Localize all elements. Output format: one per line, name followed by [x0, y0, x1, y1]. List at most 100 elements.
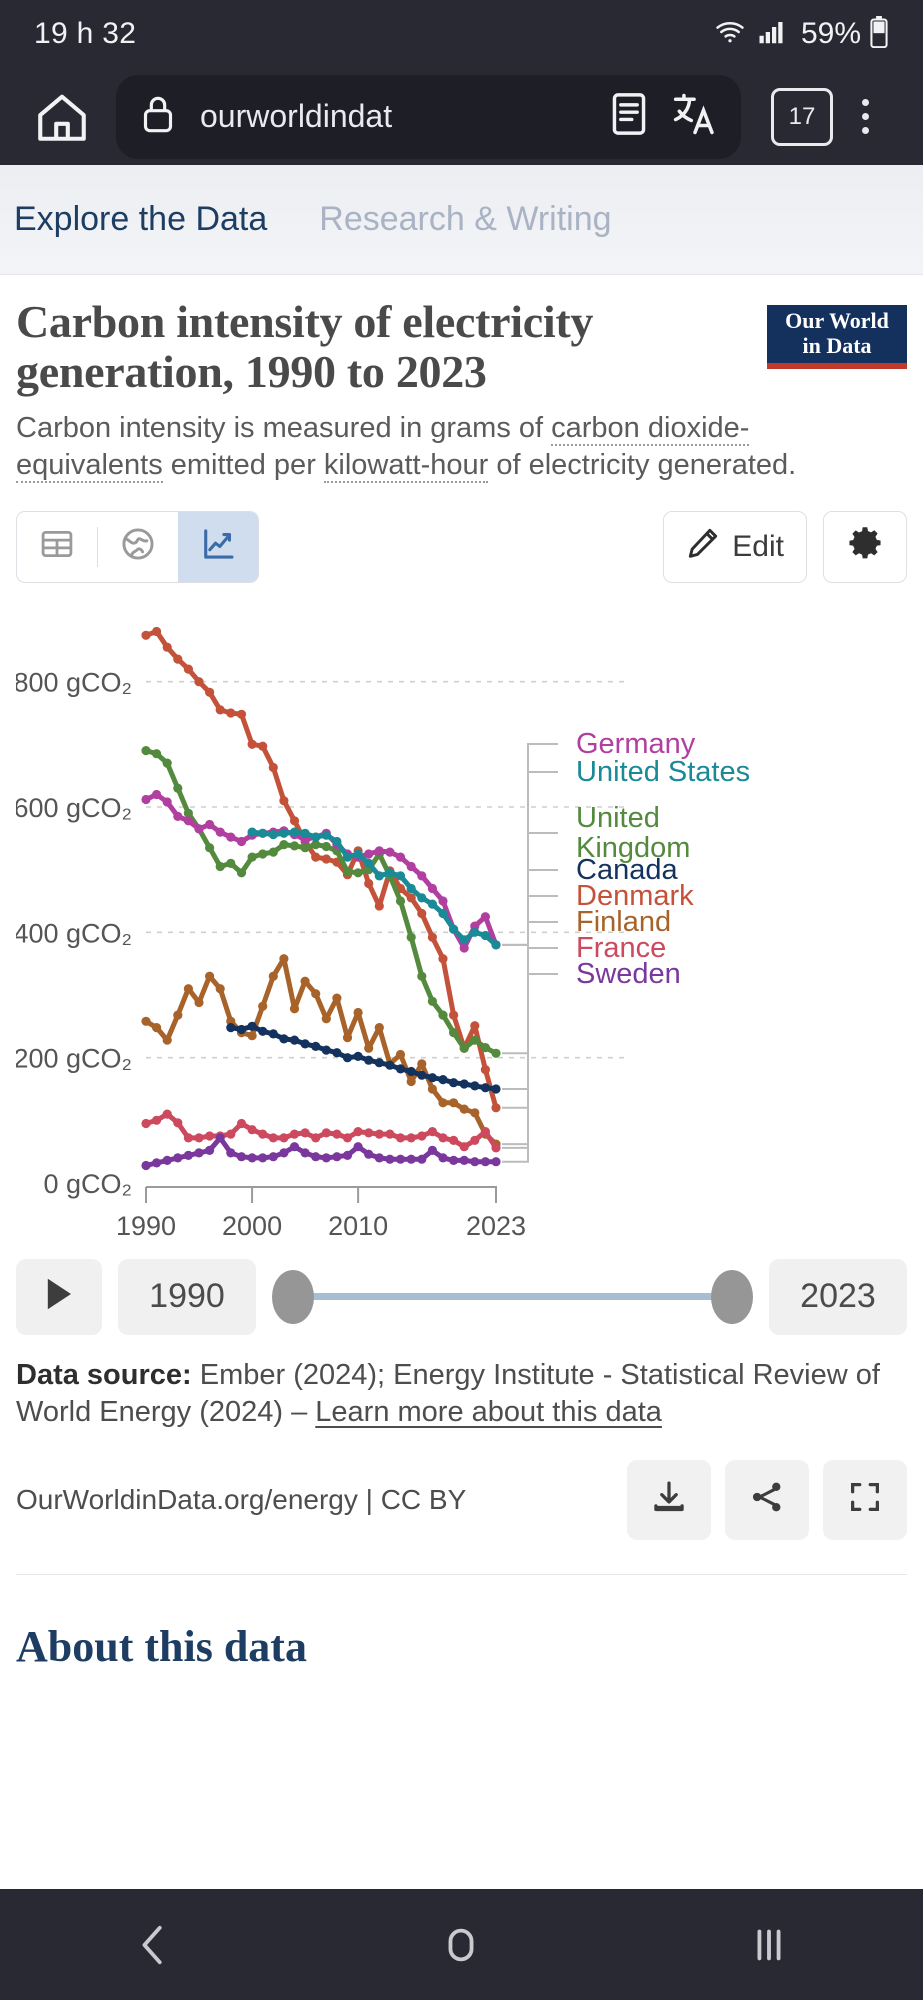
series-marker — [183, 815, 193, 825]
home-circle-icon[interactable] — [401, 1922, 521, 1968]
series-marker — [417, 892, 427, 903]
map-view-tab[interactable] — [98, 512, 178, 582]
series-marker — [364, 858, 374, 868]
subtitle-link-kilowatt-hour[interactable]: kilowatt-hour — [323, 449, 489, 484]
series-marker — [289, 815, 300, 825]
timeline-handle-start[interactable] — [272, 1269, 314, 1324]
series-marker — [364, 1043, 374, 1053]
share-button[interactable] — [725, 1459, 809, 1540]
series-marker — [279, 1132, 289, 1143]
timeline-end-year[interactable]: 2023 — [769, 1258, 907, 1335]
series-marker — [491, 1156, 501, 1166]
legend-label-sweden[interactable]: Sweden — [576, 958, 681, 990]
series-marker — [152, 1022, 162, 1032]
series-marker — [152, 1157, 162, 1168]
line-chart[interactable]: 0 gCO₂ 200 gCO₂ 400 gCO₂ 600 gCO₂ 800 gCO₂ 19… — [16, 605, 907, 1245]
reader-mode-icon[interactable] — [609, 90, 649, 143]
series-marker — [395, 870, 406, 881]
series-marker — [152, 748, 162, 758]
series-marker — [321, 1013, 331, 1023]
edit-button[interactable]: Edit — [663, 510, 807, 583]
battery-percent: 59% — [800, 17, 861, 50]
series-line[interactable] — [143, 1111, 499, 1150]
series-marker — [395, 1063, 406, 1074]
chart-footer-row: OurWorldinData.org/energy | CC BY — [16, 1459, 907, 1540]
series-marker — [470, 1107, 480, 1117]
series-marker — [417, 1070, 427, 1080]
series-marker — [332, 1151, 342, 1161]
nav-tab-explore-the-data[interactable]: Explore the Data — [14, 200, 267, 239]
tab-count-button[interactable]: 17 — [771, 87, 833, 146]
series-marker — [406, 861, 416, 871]
home-icon[interactable] — [26, 88, 98, 146]
settings-button[interactable] — [823, 510, 907, 583]
series-marker — [332, 836, 342, 846]
play-button[interactable] — [16, 1258, 102, 1335]
series-marker — [268, 1132, 278, 1143]
series-line[interactable] — [143, 955, 499, 1147]
line-chart-icon — [200, 526, 236, 567]
recent-apps-icon[interactable] — [709, 1922, 829, 1968]
series-marker — [311, 988, 321, 998]
chart-action-buttons: Edit — [663, 510, 907, 583]
chart-view-tabs — [16, 510, 259, 583]
series-marker — [385, 867, 395, 877]
series-marker — [247, 739, 257, 749]
browser-toolbar: ourworldindat 17 — [0, 68, 923, 165]
chart-view-tab[interactable] — [178, 511, 258, 582]
fullscreen-button[interactable] — [823, 1459, 907, 1540]
series-marker — [268, 762, 278, 772]
back-chevron-icon[interactable] — [94, 1922, 214, 1968]
series-marker — [141, 1160, 151, 1170]
series-marker — [449, 1077, 459, 1087]
series-marker — [459, 1043, 469, 1053]
series-line[interactable] — [249, 829, 499, 947]
series-marker — [205, 1130, 215, 1141]
series-marker — [289, 1003, 300, 1013]
series-marker — [470, 1156, 480, 1166]
series-marker — [385, 1060, 395, 1070]
timeline-handle-end[interactable] — [711, 1269, 753, 1324]
series-marker — [289, 1129, 300, 1139]
series-marker — [480, 911, 490, 921]
series-marker — [173, 654, 183, 664]
series-marker — [183, 1132, 193, 1143]
timeline-start-year[interactable]: 1990 — [118, 1258, 256, 1335]
x-axis — [145, 1185, 497, 1203]
series-marker — [427, 1072, 437, 1082]
series-marker — [215, 983, 225, 993]
series-marker — [268, 1028, 278, 1039]
series-marker — [321, 1152, 331, 1163]
series-marker — [374, 900, 384, 911]
table-view-tab[interactable] — [17, 512, 97, 582]
pencil-icon — [686, 526, 720, 568]
series-line[interactable] — [143, 628, 499, 1110]
url-bar[interactable]: ourworldindat — [116, 74, 741, 159]
series-marker — [364, 1055, 374, 1065]
series-marker — [226, 858, 236, 868]
series-marker — [374, 1057, 384, 1067]
x-axis-tick-label: 2010 — [328, 1211, 388, 1241]
nav-tab-research-and-writing[interactable]: Research & Writing — [319, 200, 611, 239]
translate-icon[interactable] — [671, 90, 719, 143]
series-marker — [141, 745, 151, 755]
learn-more-link[interactable]: Learn more about this data — [315, 1396, 662, 1428]
timeline-track-line — [306, 1293, 719, 1301]
download-button[interactable] — [627, 1459, 711, 1540]
chart-area[interactable]: 0 gCO₂ 200 gCO₂ 400 gCO₂ 600 gCO₂ 800 gCO₂ 19… — [16, 605, 907, 1245]
series-marker — [268, 1151, 278, 1161]
overflow-menu-icon[interactable] — [833, 99, 897, 134]
series-marker — [162, 796, 172, 807]
series-marker — [258, 1001, 268, 1011]
series-marker — [183, 664, 193, 674]
legend-label-united-kingdom[interactable]: United — [576, 802, 660, 834]
globe-icon — [120, 526, 156, 567]
owid-logo[interactable]: Our World in Data — [767, 305, 907, 369]
timeline-slider[interactable] — [272, 1259, 753, 1335]
series-line[interactable] — [143, 791, 499, 951]
series-marker — [353, 1141, 363, 1151]
series-marker — [226, 1022, 236, 1032]
series-marker — [438, 953, 448, 963]
legend-label-united-states[interactable]: United States — [576, 756, 750, 788]
series-marker — [173, 783, 183, 793]
